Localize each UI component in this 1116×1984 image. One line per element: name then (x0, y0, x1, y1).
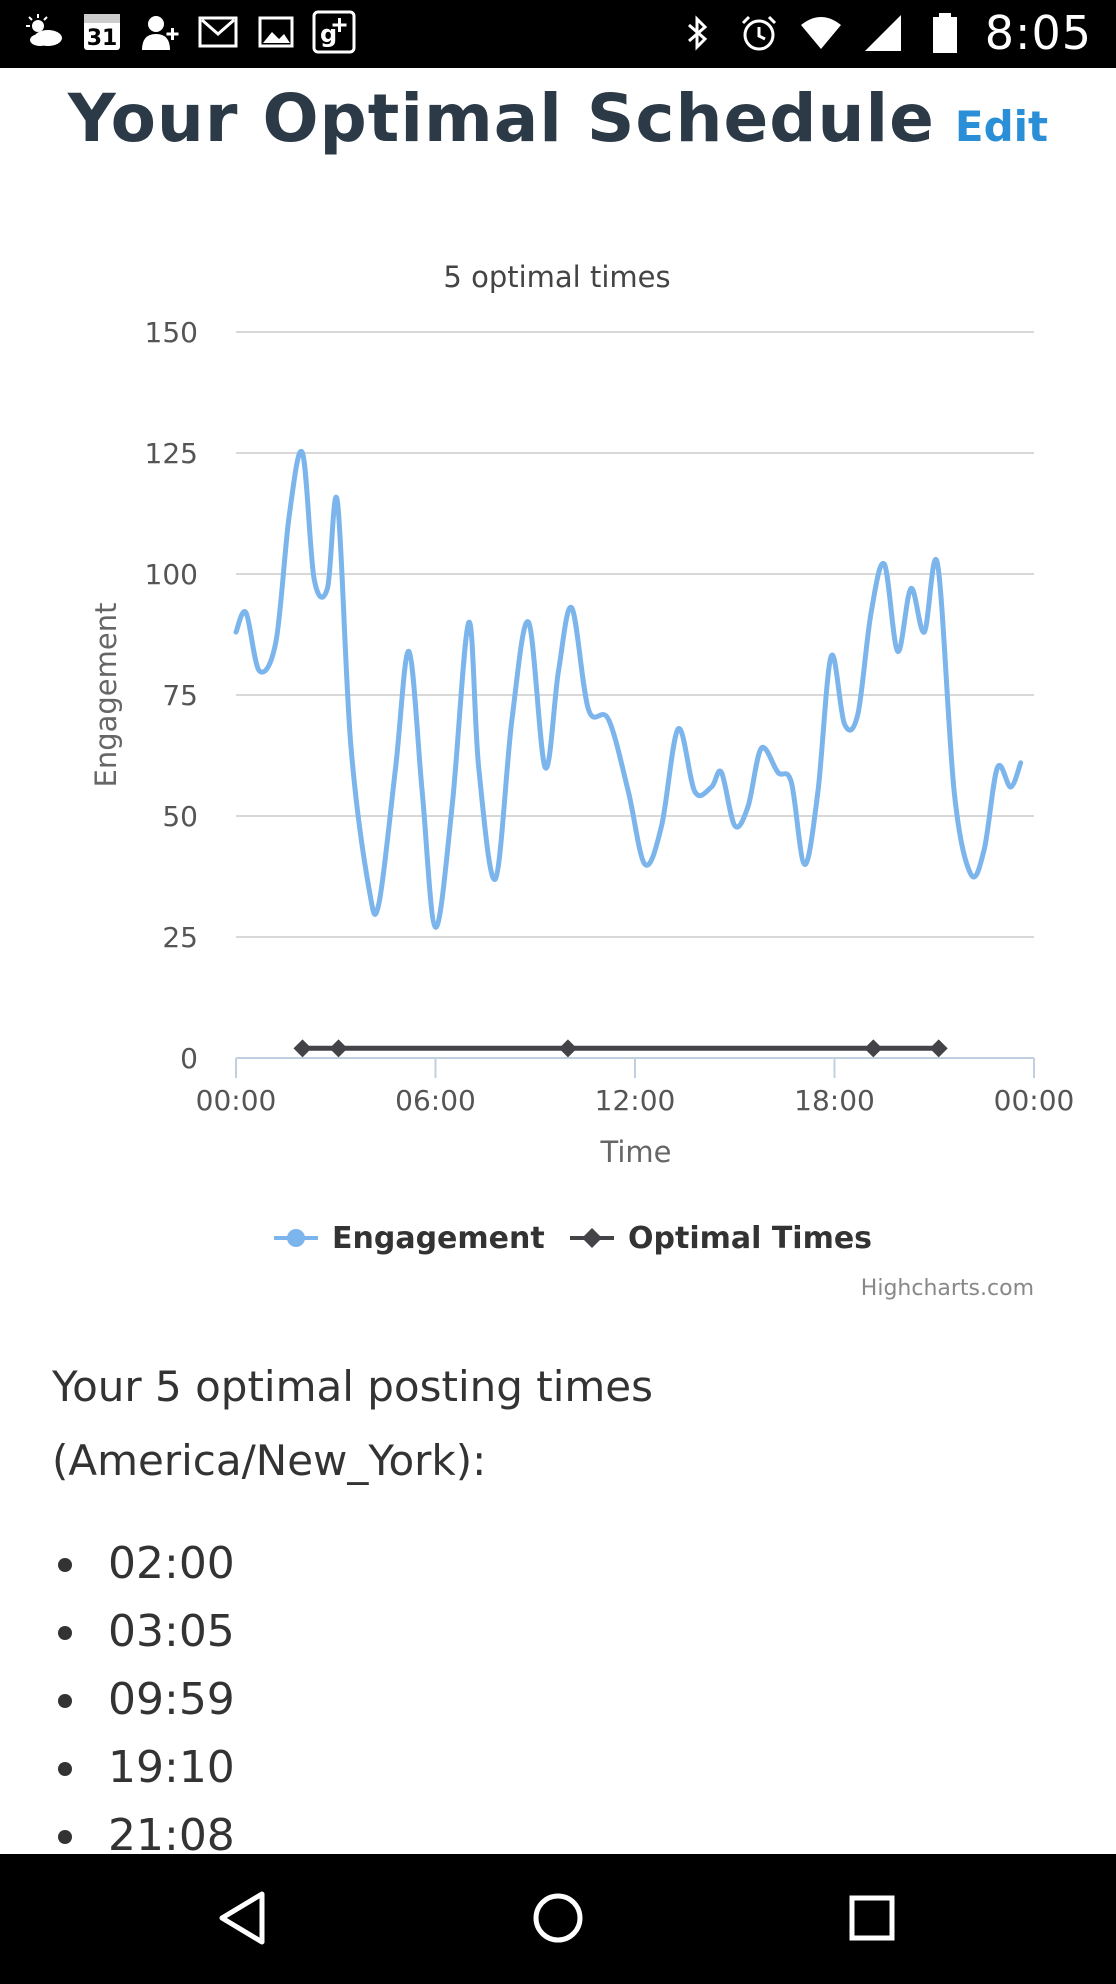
y-axis-title: Engagement (89, 603, 123, 788)
x-axis: 00:00 06:00 12:00 18:00 00:00 (196, 1057, 1075, 1117)
legend-marker-optimal-times (582, 1228, 602, 1248)
recents-icon[interactable] (840, 1886, 904, 1950)
y-tick-label: 125 (145, 437, 198, 470)
back-icon[interactable] (212, 1886, 276, 1950)
google-plus-icon: g (312, 10, 356, 54)
signal-icon (861, 11, 905, 55)
status-bar: 31 g 8:05 (0, 0, 1116, 68)
calendar-day: 31 (87, 26, 118, 51)
x-tick-label: 12:00 (595, 1084, 676, 1117)
edit-link[interactable]: Edit (955, 102, 1048, 151)
y-tick-label: 150 (145, 316, 198, 349)
page-title: Your Optimal Schedule (67, 80, 935, 157)
legend-label-optimal-times: Optimal Times (628, 1221, 872, 1256)
x-tick-label: 00:00 (994, 1084, 1075, 1117)
bluetooth-icon (675, 11, 719, 55)
chart-svg: 5 optimal times 0 25 50 75 100 125 150 00:00 06… (89, 260, 1075, 1301)
y-tick-label: 50 (162, 800, 198, 833)
optimal-time-item: 02:00 (52, 1530, 235, 1598)
battery-icon (923, 11, 967, 55)
y-tick-label: 75 (162, 679, 198, 712)
weather-icon (22, 10, 66, 54)
optimal-time-marker[interactable] (329, 1039, 348, 1058)
grid (236, 331, 1034, 938)
gallery-icon (254, 10, 298, 54)
notification-icons: 31 g (22, 10, 356, 54)
system-icons: 8:05 (675, 6, 1092, 60)
legend-label-engagement: Engagement (332, 1221, 545, 1256)
chart-credits[interactable]: Highcharts.com (861, 1276, 1034, 1301)
engagement-chart: 5 optimal times 0 25 50 75 100 125 150 00:00 06… (0, 240, 1116, 1310)
series-line-engagement[interactable] (233, 448, 1024, 930)
wifi-icon (799, 11, 843, 55)
legend-marker-engagement (287, 1229, 305, 1247)
optimal-time-item: 09:59 (52, 1666, 235, 1734)
x-tick-label: 18:00 (794, 1084, 875, 1117)
optimal-time-item: 03:05 (52, 1598, 235, 1666)
legend: Engagement Optimal Times (274, 1221, 872, 1256)
legend-item-engagement[interactable]: Engagement (274, 1221, 545, 1256)
alarm-icon (737, 11, 781, 55)
x-axis-title: Time (600, 1135, 672, 1169)
optimal-times-heading: Your 5 optimal posting times (America/Ne… (52, 1362, 654, 1485)
optimal-times-list: 02:00 03:05 09:59 19:10 21:08 (52, 1530, 235, 1870)
y-axis-ticks: 0 25 50 75 100 125 150 (145, 316, 198, 1075)
legend-item-optimal-times[interactable]: Optimal Times (570, 1221, 872, 1256)
series (233, 448, 1024, 1058)
chart-title: 5 optimal times (443, 260, 670, 294)
navigation-bar (0, 1854, 1116, 1984)
home-icon[interactable] (526, 1886, 590, 1950)
add-contact-icon (138, 10, 182, 54)
optimal-time-marker[interactable] (929, 1039, 948, 1058)
optimal-time-item: 19:10 (52, 1734, 235, 1802)
optimal-time-marker[interactable] (293, 1039, 312, 1058)
optimal-time-marker[interactable] (558, 1039, 577, 1058)
y-tick-label: 0 (180, 1042, 198, 1075)
clock-time: 8:05 (984, 6, 1092, 60)
x-tick-label: 00:00 (196, 1084, 277, 1117)
y-tick-label: 100 (145, 558, 198, 591)
page-header: Your Optimal Schedule Edit (0, 80, 1116, 180)
calendar-icon: 31 (80, 10, 124, 54)
optimal-time-marker[interactable] (864, 1039, 883, 1058)
y-tick-label: 25 (162, 921, 198, 954)
x-tick-label: 06:00 (395, 1084, 476, 1117)
gmail-icon (196, 10, 240, 54)
